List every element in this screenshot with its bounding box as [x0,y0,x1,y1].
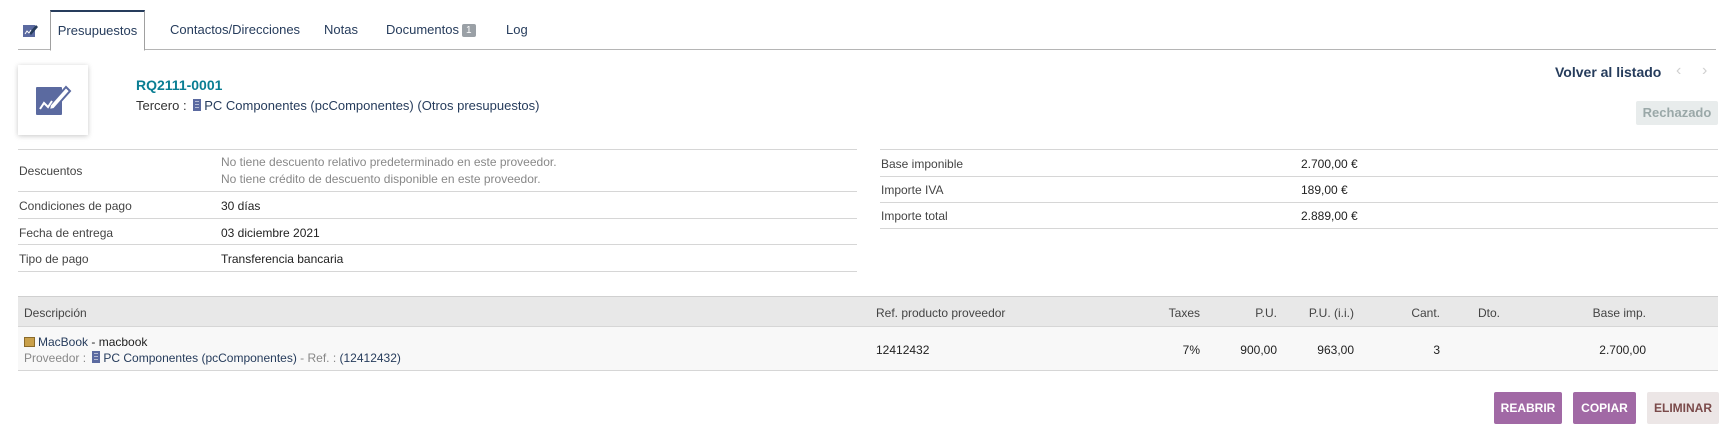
building-icon [92,351,101,363]
documents-count-badge: 1 [461,24,476,37]
field-label: Importe IVA [881,183,944,197]
field-value[interactable]: 03 diciembre 2021 [221,226,320,240]
col-taxes: Taxes [1168,306,1200,320]
lines-table: Descripción Ref. producto proveedor Taxe… [18,296,1718,371]
right-totals-table: Base imponible 2.700,00 € Importe IVA 18… [880,149,1718,229]
field-label: Descuentos [19,164,83,178]
field-value: No tiene crédito de descuento disponible… [221,172,541,186]
previous-record-icon[interactable]: ‹ [1676,62,1681,80]
tab-label: Contactos/Direcciones [170,22,301,37]
field-value: 2.700,00 € [1301,157,1358,171]
cell-base: 2.700,00 [1599,343,1646,357]
third-party-line: Tercero : PC Componentes (pcComponentes)… [136,98,540,113]
col-base: Base imp. [1592,306,1646,320]
back-to-list-link[interactable]: Volver al listado [1555,64,1661,80]
col-ref-proveedor: Ref. producto proveedor [876,306,1006,320]
reopen-button[interactable]: REABRIR [1494,392,1562,424]
total-row-total: Importe total 2.889,00 € [880,203,1718,229]
field-value[interactable]: 30 días [221,199,260,213]
tab-notas[interactable]: Notas [324,10,358,50]
supplier-ref: (12412432) [339,351,401,365]
field-value[interactable]: Transferencia bancaria [221,252,343,266]
supplier-proposal-icon[interactable] [22,22,39,39]
status-badge: Rechazado [1636,101,1718,125]
total-row-iva: Importe IVA 189,00 € [880,177,1718,203]
col-descripcion: Descripción [24,306,87,320]
tab-label: Documentos [386,22,459,37]
col-pu-ii: P.U. (i.i.) [1308,306,1354,320]
product-box-icon [24,337,35,347]
cell-taxes: 7% [1182,343,1200,357]
field-label: Base imponible [881,157,964,171]
tab-bar: Presupuestos Contactos/Direcciones Notas… [18,10,1716,51]
field-label: Tipo de pago [19,252,89,266]
field-row-tipo-pago: Tipo de pago Transferencia bancaria [18,245,857,272]
tab-contactos[interactable]: Contactos/Direcciones [170,10,300,50]
proveedor-label: Proveedor : [24,351,87,365]
proposal-object-icon [18,65,88,135]
col-cant: Cant. [1411,306,1440,320]
third-party-link[interactable]: PC Componentes (pcComponentes) [204,98,414,113]
field-label: Importe total [881,209,948,223]
next-record-icon[interactable]: › [1702,62,1707,80]
field-label: Fecha de entrega [19,226,114,240]
field-row-fecha-entrega: Fecha de entrega 03 diciembre 2021 [18,219,857,245]
field-label: Condiciones de pago [19,199,132,213]
cell-ref-proveedor: 12412432 [876,343,930,357]
cell-pu: 900,00 [1240,343,1277,357]
ref-label: - Ref. : [296,351,337,365]
field-row-condiciones: Condiciones de pago 30 días [18,192,857,219]
field-value: No tiene descuento relativo predetermina… [221,155,557,169]
tab-label: Log [506,22,528,37]
cell-cant: 3 [1433,343,1440,357]
product-link[interactable]: MacBook [38,335,88,349]
tab-log[interactable]: Log [506,10,528,50]
copy-button[interactable]: COPIAR [1573,392,1636,424]
building-icon [193,99,202,111]
tab-label: Notas [324,22,358,37]
col-pu: P.U. [1255,306,1277,320]
field-row-descuentos: Descuentos No tiene descuento relativo p… [18,150,857,192]
field-value: 189,00 € [1301,183,1348,197]
product-label: - macbook [88,335,148,349]
left-fields-table: Descuentos No tiene descuento relativo p… [18,149,857,272]
tab-documentos[interactable]: Documentos 1 [386,10,476,50]
supplier-link[interactable]: PC Componentes (pcComponentes) [103,351,296,365]
col-dto: Dto. [1478,306,1501,320]
tab-presupuestos[interactable]: Presupuestos [50,10,145,51]
line-product: MacBook - macbook [24,335,147,349]
delete-button[interactable]: ELIMINAR [1647,392,1719,424]
cell-pu-ii: 963,00 [1317,343,1354,357]
tercero-label: Tercero : [136,98,187,113]
tab-label: Presupuestos [57,23,138,38]
proposal-ref: RQ2111-0001 [136,77,223,93]
line-supplier: Proveedor : PC Componentes (pcComponente… [24,351,401,365]
lines-header: Descripción Ref. producto proveedor Taxe… [18,296,1718,326]
field-value: 2.889,00 € [1301,209,1358,223]
total-row-base: Base imponible 2.700,00 € [880,150,1718,177]
other-proposals-link[interactable]: (Otros presupuestos) [417,98,539,113]
table-row[interactable]: MacBook - macbook Proveedor : PC Compone… [18,326,1718,371]
